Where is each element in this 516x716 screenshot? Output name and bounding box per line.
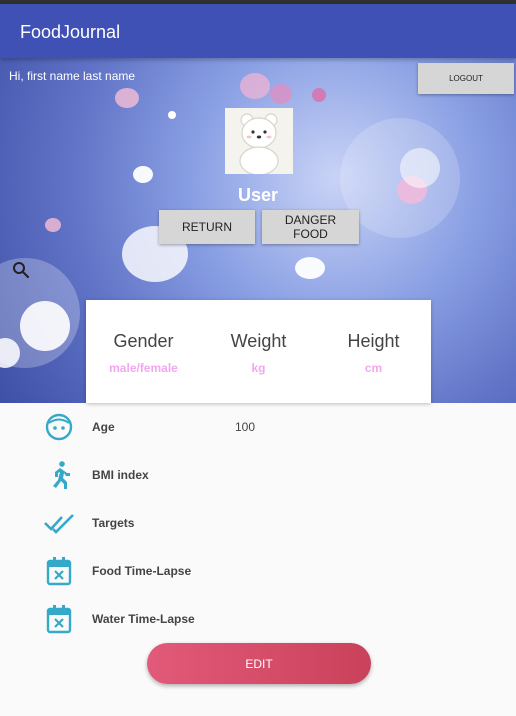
return-button[interactable]: RETURN <box>159 210 255 244</box>
detail-row-age[interactable]: Age 100 <box>0 403 516 451</box>
avatar <box>225 108 293 176</box>
double-check-icon <box>44 514 74 534</box>
weight-label: Weight <box>230 331 287 351</box>
face-icon <box>45 413 73 441</box>
greeting-text: Hi, first name last name <box>9 69 136 83</box>
bokeh-decoration <box>400 148 440 188</box>
bmi-label: BMI index <box>92 468 149 482</box>
weight-value: kg <box>251 361 266 375</box>
search-icon[interactable] <box>12 261 30 279</box>
app-bar: FoodJournal <box>0 4 516 58</box>
username: User <box>237 185 279 205</box>
age-value: 100 <box>235 420 256 434</box>
bokeh-decoration <box>312 88 326 102</box>
detail-row-water-timelapse[interactable]: Water Time-Lapse <box>0 595 516 643</box>
detail-row-targets[interactable]: Targets <box>0 499 516 547</box>
bokeh-decoration <box>133 166 153 183</box>
bokeh-decoration <box>240 73 270 99</box>
height-value: cm <box>364 361 383 375</box>
app-title: FoodJournal <box>20 22 121 42</box>
gender-value: male/female <box>109 361 178 375</box>
logout-button[interactable]: LOGOUT <box>418 63 514 94</box>
bokeh-decoration <box>115 88 139 108</box>
danger-food-button[interactable]: DANGER FOOD <box>262 210 359 244</box>
gender-label: Gender <box>113 331 174 351</box>
bokeh-decoration <box>20 301 70 351</box>
detail-row-food-timelapse[interactable]: Food Time-Lapse <box>0 547 516 595</box>
bokeh-decoration <box>168 111 176 119</box>
height-label: Height <box>347 331 400 351</box>
calendar-cancel-icon <box>46 557 72 586</box>
age-label: Age <box>92 420 115 434</box>
edit-button[interactable]: EDIT <box>147 643 371 684</box>
bokeh-decoration <box>270 84 292 104</box>
water-timelapse-label: Water Time-Lapse <box>92 612 195 626</box>
bokeh-decoration <box>295 257 325 279</box>
detail-row-bmi[interactable]: BMI index <box>0 451 516 499</box>
bokeh-decoration <box>45 218 61 232</box>
stats-card: Gender male/female Weight kg Height cm <box>86 300 431 403</box>
polar-bear-icon <box>239 113 279 176</box>
running-icon <box>53 461 70 489</box>
calendar-cancel-icon <box>46 605 72 634</box>
targets-label: Targets <box>92 516 135 530</box>
food-timelapse-label: Food Time-Lapse <box>92 564 192 578</box>
